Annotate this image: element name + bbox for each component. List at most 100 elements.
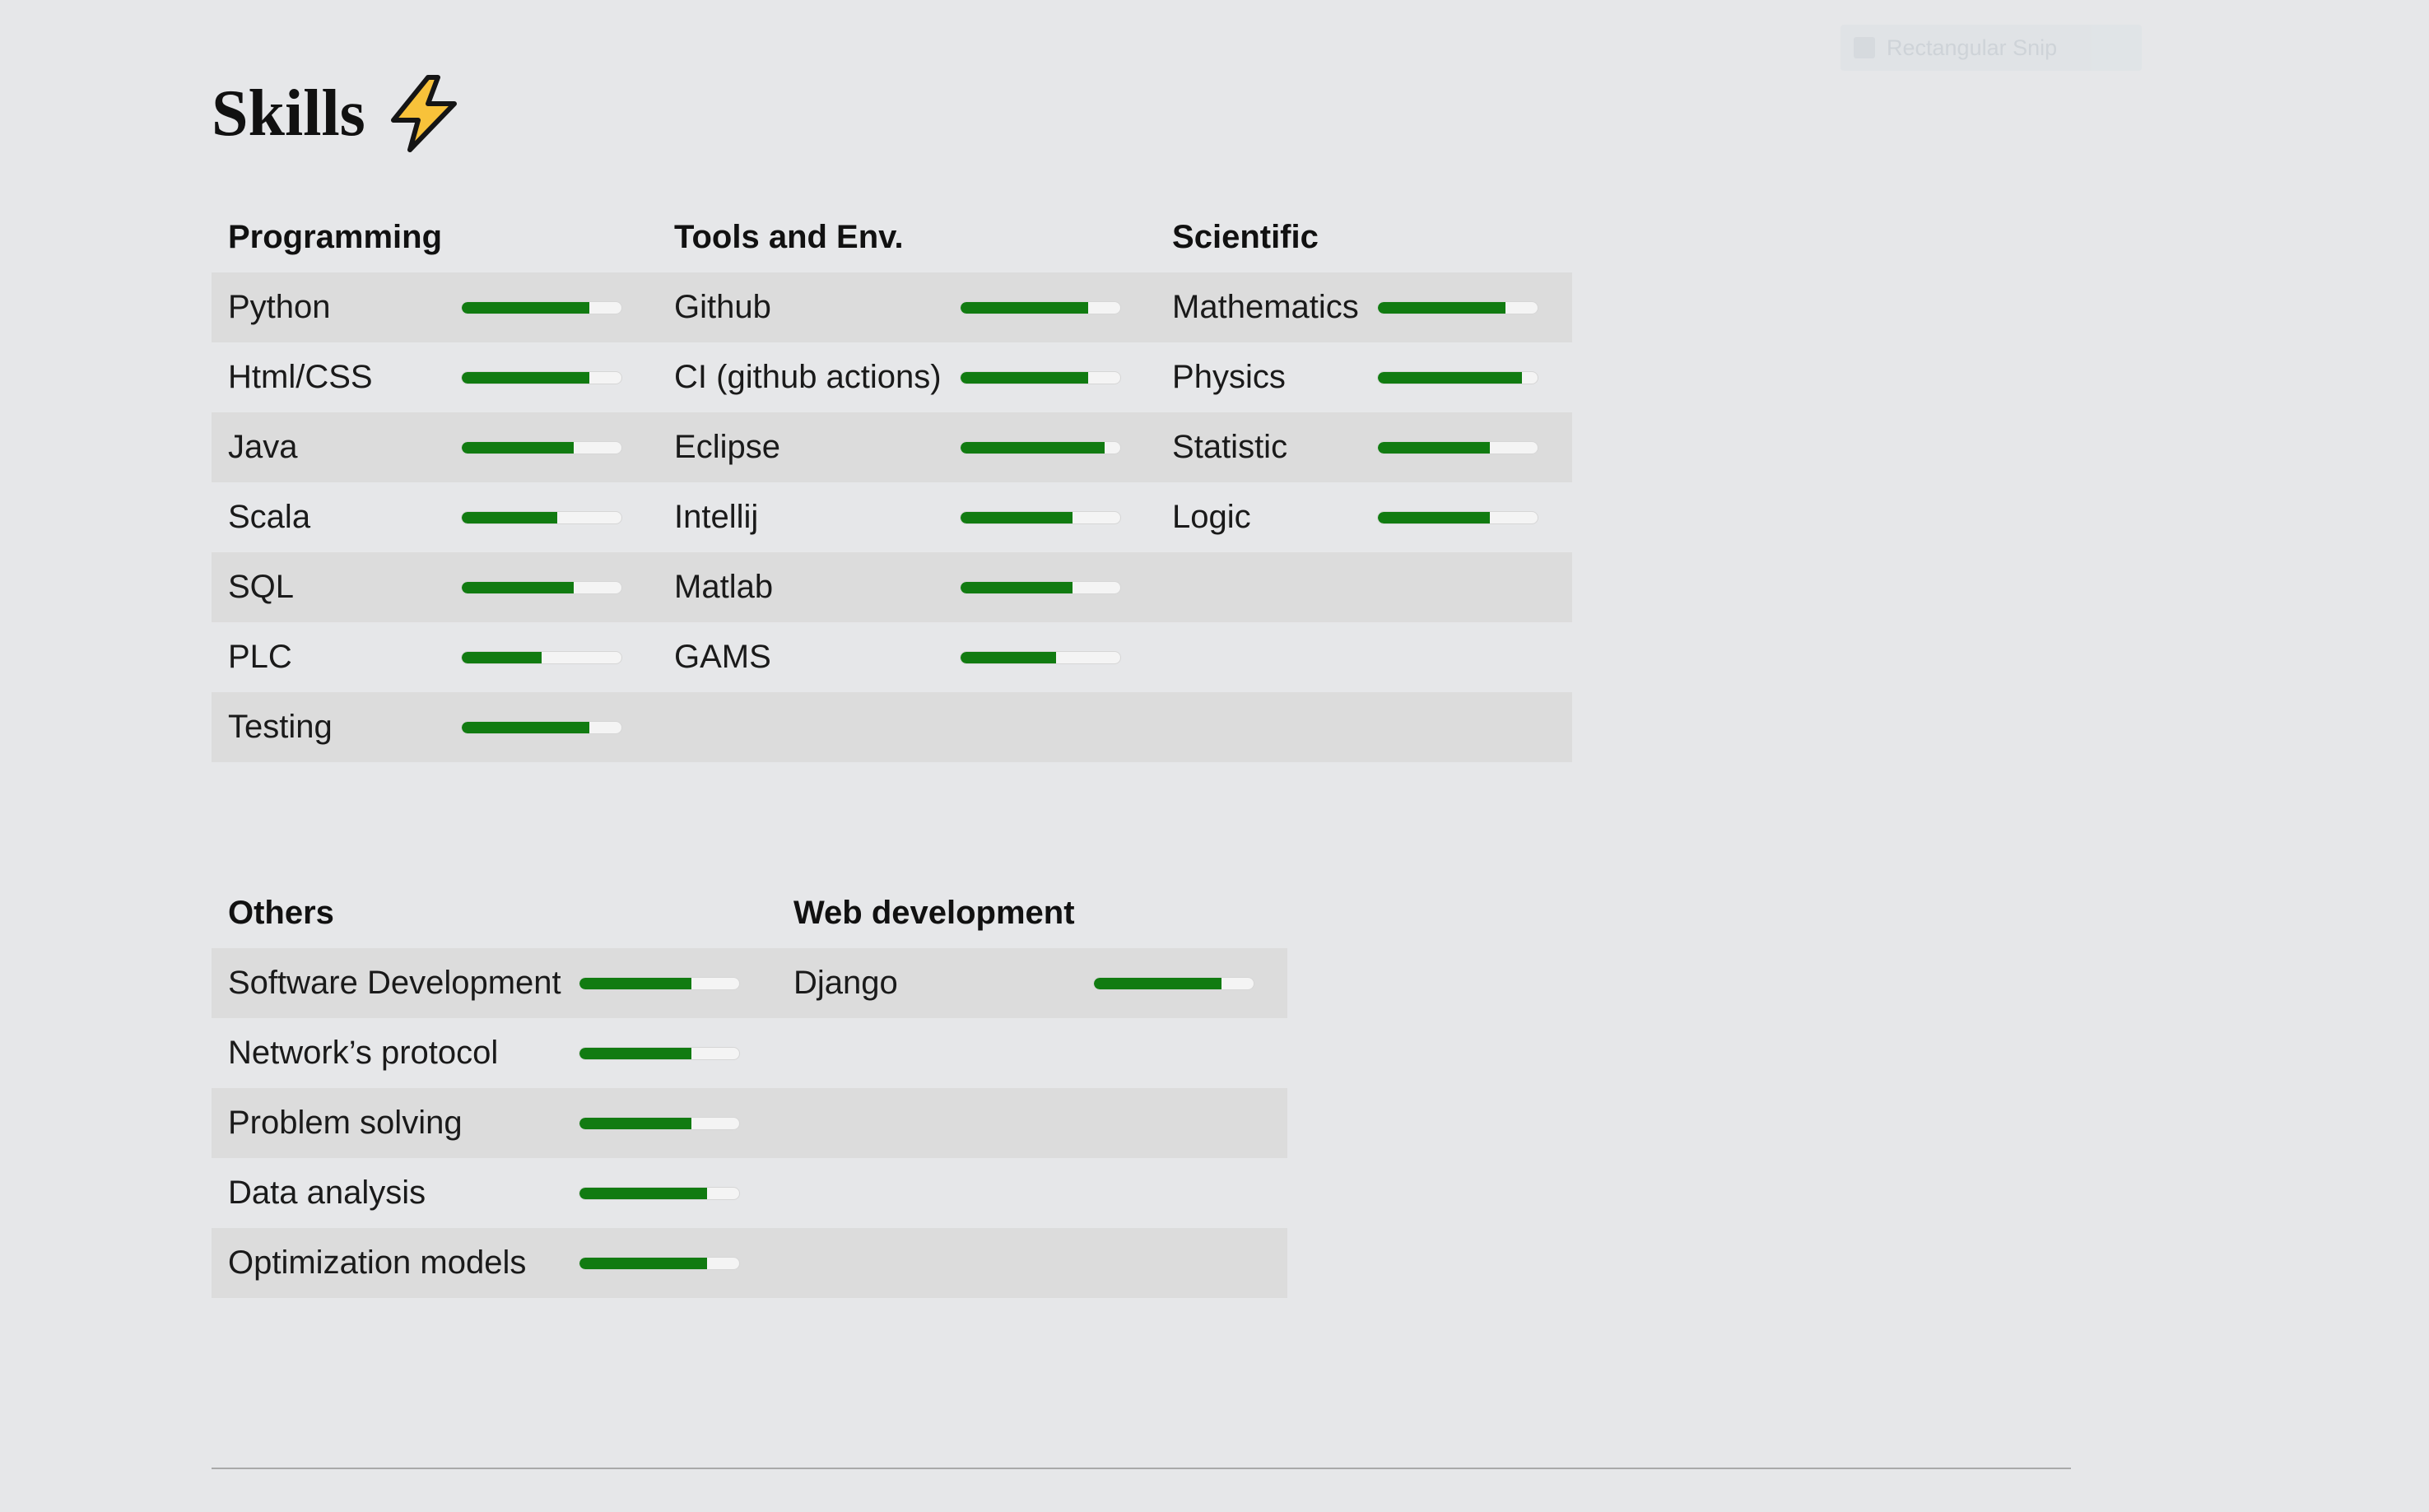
skill-level-cell xyxy=(579,948,777,1018)
skill-level-bar xyxy=(461,370,622,384)
empty-cell xyxy=(1093,1158,1287,1228)
skill-name-scientific: Physics xyxy=(1172,359,1286,395)
skill-level-cell xyxy=(1377,412,1573,482)
table-row: Problem solving xyxy=(212,1088,1288,1158)
skill-level-cell xyxy=(960,552,1156,622)
skill-level-cell xyxy=(960,482,1156,552)
lightning-bolt-icon xyxy=(385,74,461,153)
skill-level-bar xyxy=(960,440,1122,454)
skill-level-bar xyxy=(579,1256,740,1270)
skill-level-cell xyxy=(461,412,658,482)
skill-level-bar xyxy=(960,510,1122,524)
skill-level-bar xyxy=(1377,440,1539,454)
table-row: Data analysis xyxy=(212,1158,1287,1228)
skill-level-cell xyxy=(1377,272,1573,342)
skill-name-others: Data analysis xyxy=(228,1175,426,1211)
skill-level-cell xyxy=(461,622,658,692)
skill-level-bar xyxy=(960,300,1122,314)
group-title-tools: Tools and Env. xyxy=(674,219,904,255)
skill-name-programming: Python xyxy=(212,272,461,342)
table-row: SQL Matlab xyxy=(212,552,1573,622)
empty-cell xyxy=(777,1228,1093,1298)
empty-cell xyxy=(1156,622,1377,692)
skill-name-programming: SQL xyxy=(212,552,461,622)
table-row: Html/CSS CI (github actions) Physics xyxy=(212,342,1572,412)
skill-level-bar xyxy=(960,580,1122,594)
skill-name-scientific: Mathematics xyxy=(1156,272,1378,342)
skill-level-fill xyxy=(579,1257,708,1269)
group-title-programming: Programming xyxy=(228,219,443,255)
skill-level-fill xyxy=(961,371,1089,384)
skill-level-bar xyxy=(579,1116,740,1130)
empty-cell xyxy=(658,692,961,762)
empty-cell xyxy=(777,1018,1093,1088)
skill-level-cell xyxy=(960,342,1156,412)
skill-level-cell xyxy=(960,272,1156,342)
skill-level-bar xyxy=(461,580,622,594)
skill-level-bar xyxy=(1377,300,1539,314)
skill-level-cell xyxy=(960,622,1156,692)
skill-name-tools: Eclipse xyxy=(658,412,961,482)
skill-name-scientific: Logic xyxy=(1172,499,1251,535)
skill-level-fill xyxy=(1094,977,1222,989)
skill-level-bar xyxy=(579,1046,740,1060)
skill-level-bar xyxy=(461,300,622,314)
skill-name-programming: Testing xyxy=(212,692,461,762)
skills-page: Rectangular Snip Skills Programming Tool… xyxy=(0,0,2429,1512)
empty-cell xyxy=(1156,692,1378,762)
table-row: Network’s protocol xyxy=(212,1018,1287,1088)
empty-cell xyxy=(1093,1088,1288,1158)
table-body: Python Github Mathematics Html/CSS CI (githu… xyxy=(212,272,1573,762)
skill-name-tools: Matlab xyxy=(658,552,961,622)
empty-cell xyxy=(777,1088,1093,1158)
group-title-web: Web development xyxy=(793,895,1075,931)
skill-name-others: Problem solving xyxy=(212,1088,579,1158)
table-header-row: Programming Tools and Env. Scientific xyxy=(212,202,1572,272)
skill-level-cell xyxy=(579,1018,777,1088)
skill-level-cell xyxy=(461,692,658,762)
skill-level-fill xyxy=(961,511,1073,523)
skill-name-others: Software Development xyxy=(212,948,579,1018)
skill-level-cell xyxy=(461,482,658,552)
table-row: Java Eclipse Statistic xyxy=(212,412,1573,482)
skill-name-tools: CI (github actions) xyxy=(674,359,942,395)
skill-level-cell xyxy=(461,342,658,412)
skill-level-cell xyxy=(1377,482,1572,552)
table-row: Optimization models xyxy=(212,1228,1288,1298)
skill-level-bar xyxy=(1377,510,1539,524)
skill-name-programming: PLC xyxy=(228,639,292,675)
skill-level-fill xyxy=(579,1187,708,1199)
empty-cell xyxy=(1377,622,1572,692)
skill-level-fill xyxy=(961,441,1105,454)
skills-table-bottom: Others Web development Software Developm… xyxy=(212,878,1288,1298)
empty-cell xyxy=(1377,692,1573,762)
group-title-others: Others xyxy=(228,895,334,931)
table-row: Python Github Mathematics xyxy=(212,272,1573,342)
skill-level-fill xyxy=(462,511,558,523)
skill-level-cell xyxy=(579,1088,777,1158)
page-title: Skills xyxy=(212,77,365,150)
skill-level-bar xyxy=(461,510,622,524)
empty-cell xyxy=(1377,552,1573,622)
skill-name-programming: Html/CSS xyxy=(228,359,373,395)
empty-cell xyxy=(777,1158,1093,1228)
table-row: Testing xyxy=(212,692,1573,762)
snip-label: Rectangular Snip xyxy=(1887,35,2058,60)
skill-level-fill xyxy=(462,371,590,384)
skill-level-cell xyxy=(960,412,1156,482)
skill-level-bar xyxy=(461,650,622,664)
skill-level-bar xyxy=(461,440,622,454)
skill-level-fill xyxy=(961,581,1073,593)
footer-divider xyxy=(212,1468,2071,1469)
skill-name-tools: GAMS xyxy=(674,639,771,675)
skill-level-bar xyxy=(1377,370,1539,384)
skill-level-bar xyxy=(960,650,1122,664)
skill-level-cell xyxy=(1093,948,1288,1018)
skill-name-web: Django xyxy=(777,948,1093,1018)
empty-cell xyxy=(1156,552,1378,622)
skill-name-tools: Github xyxy=(658,272,961,342)
snip-icon xyxy=(1854,37,1875,58)
empty-cell xyxy=(960,692,1156,762)
skill-level-fill xyxy=(579,1047,691,1059)
skill-level-bar xyxy=(1093,976,1254,990)
